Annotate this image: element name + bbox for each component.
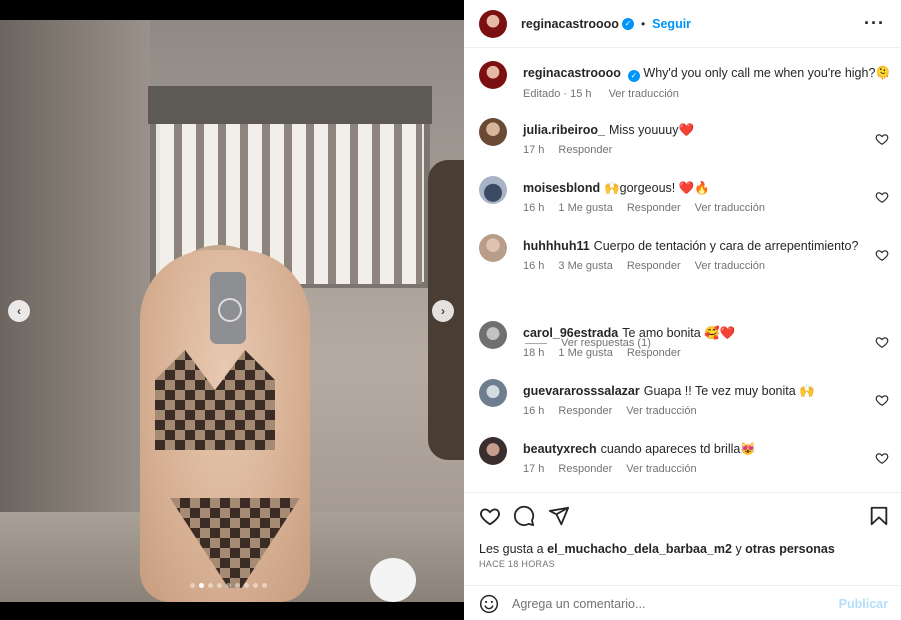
next-slide-button[interactable]: › (432, 300, 454, 322)
previous-slide-button[interactable]: ‹ (8, 300, 30, 322)
like-comment-heart-icon[interactable] (875, 132, 889, 146)
reply-button[interactable]: Responder (627, 347, 681, 359)
comment-username[interactable]: beautyxrech (523, 442, 597, 456)
comment-likes[interactable]: 1 Me gusta (558, 347, 612, 359)
post-panel: reginacastroooo ✓ • Seguir ··· reginacas… (464, 0, 901, 620)
like-comment-heart-icon[interactable] (875, 248, 889, 262)
avatar[interactable] (479, 118, 507, 146)
carousel-dot (208, 583, 213, 588)
avatar[interactable] (479, 234, 507, 262)
like-comment-heart-icon[interactable] (875, 451, 889, 465)
post-media: ‹ › (0, 0, 464, 620)
follow-button[interactable]: Seguir (652, 17, 691, 31)
caption-text: Why'd you only call me when you're high?… (643, 66, 891, 80)
carousel-dot (199, 583, 204, 588)
avatar[interactable] (479, 9, 507, 38)
translate-link[interactable]: Ver traducción (695, 202, 765, 214)
reply-button[interactable]: Responder (627, 260, 681, 272)
caption-username[interactable]: reginacastroooo (523, 66, 621, 80)
save-bookmark-icon[interactable] (868, 505, 890, 527)
comments-list[interactable]: reginacastroooo ✓ Why'd you only call me … (464, 49, 901, 492)
comment-text: Te amo bonita 🥰❤️ (622, 326, 736, 340)
comment-likes[interactable]: 1 Me gusta (558, 202, 612, 214)
like-comment-heart-icon[interactable] (875, 335, 889, 349)
comment-bubble-icon[interactable] (513, 505, 535, 527)
avatar[interactable] (479, 321, 507, 349)
comment-composer: Publicar (464, 585, 901, 620)
comment-text: Cuerpo de tentación y cara de arrepentim… (593, 239, 859, 253)
caption-edited: Editado · 15 h (523, 88, 592, 100)
likes-conjunction: y (735, 542, 742, 556)
liked-by-username[interactable]: el_muchacho_dela_barbaa_m2 (547, 542, 732, 556)
avatar[interactable] (479, 379, 507, 407)
reply-button[interactable]: Responder (558, 144, 612, 156)
translate-link[interactable]: Ver traducción (626, 405, 696, 417)
comment-time[interactable]: 17 h (523, 463, 544, 475)
comment-text: 🙌gorgeous! ❤️🔥 (604, 181, 710, 195)
post-header: reginacastroooo ✓ • Seguir ··· (464, 0, 901, 48)
comment-time[interactable]: 16 h (523, 202, 544, 214)
share-paper-plane-icon[interactable] (548, 505, 570, 527)
carousel-dot (262, 583, 267, 588)
comment-time[interactable]: 17 h (523, 144, 544, 156)
emoji-icon[interactable] (479, 594, 499, 614)
caption-translate-link[interactable]: Ver traducción (609, 88, 679, 100)
comment-time[interactable]: 16 h (523, 405, 544, 417)
carousel-dot (217, 583, 222, 588)
like-heart-icon[interactable] (479, 505, 501, 527)
carousel-dot (226, 583, 231, 588)
like-comment-heart-icon[interactable] (875, 393, 889, 407)
comment-input[interactable] (512, 594, 832, 614)
comment-text: cuando apareces td brilla😻 (600, 442, 756, 456)
post-photo[interactable] (0, 20, 464, 602)
reply-button[interactable]: Responder (627, 202, 681, 214)
avatar[interactable] (479, 437, 507, 465)
comment-text: Miss youuuy❤️ (608, 123, 695, 137)
comment-username[interactable]: guevararosssalazar (523, 384, 640, 398)
comment-likes[interactable]: 3 Me gusta (558, 260, 612, 272)
translate-link[interactable]: Ver traducción (695, 260, 765, 272)
author-username[interactable]: reginacastroooo (521, 17, 619, 31)
carousel-dot (244, 583, 249, 588)
separator-dot: • (640, 16, 646, 31)
comment-time[interactable]: 18 h (523, 347, 544, 359)
translate-link[interactable]: Ver traducción (626, 463, 696, 475)
comment-text: Guapa !! Te vez muy bonita 🙌 (643, 384, 815, 398)
comment-username[interactable]: julia.ribeiroo_ (523, 123, 605, 137)
comment-time[interactable]: 16 h (523, 260, 544, 272)
comment-username[interactable]: huhhhuh11 (523, 239, 590, 253)
reply-button[interactable]: Responder (558, 405, 612, 417)
carousel-dot (190, 583, 195, 588)
carousel-dot (253, 583, 258, 588)
carousel-indicator (190, 583, 267, 588)
avatar[interactable] (479, 61, 507, 89)
comment-username[interactable]: moisesblond (523, 181, 600, 195)
avatar[interactable] (479, 176, 507, 204)
likes-others-link[interactable]: otras personas (745, 542, 835, 556)
post-comment-button[interactable]: Publicar (839, 597, 888, 611)
verified-badge-icon: ✓ (621, 17, 634, 30)
post-timestamp[interactable]: HACE 18 HORAS (479, 559, 555, 569)
verified-badge-icon: ✓ (627, 70, 640, 82)
reply-button[interactable]: Responder (558, 463, 612, 475)
carousel-dot (235, 583, 240, 588)
more-options-icon[interactable]: ··· (864, 13, 885, 34)
likes-prefix: Les gusta a (479, 542, 544, 556)
comment-username[interactable]: carol_96estrada (523, 326, 618, 340)
likes-summary: Les gusta a el_muchacho_dela_barbaa_m2 y… (479, 542, 835, 556)
like-comment-heart-icon[interactable] (875, 190, 889, 204)
